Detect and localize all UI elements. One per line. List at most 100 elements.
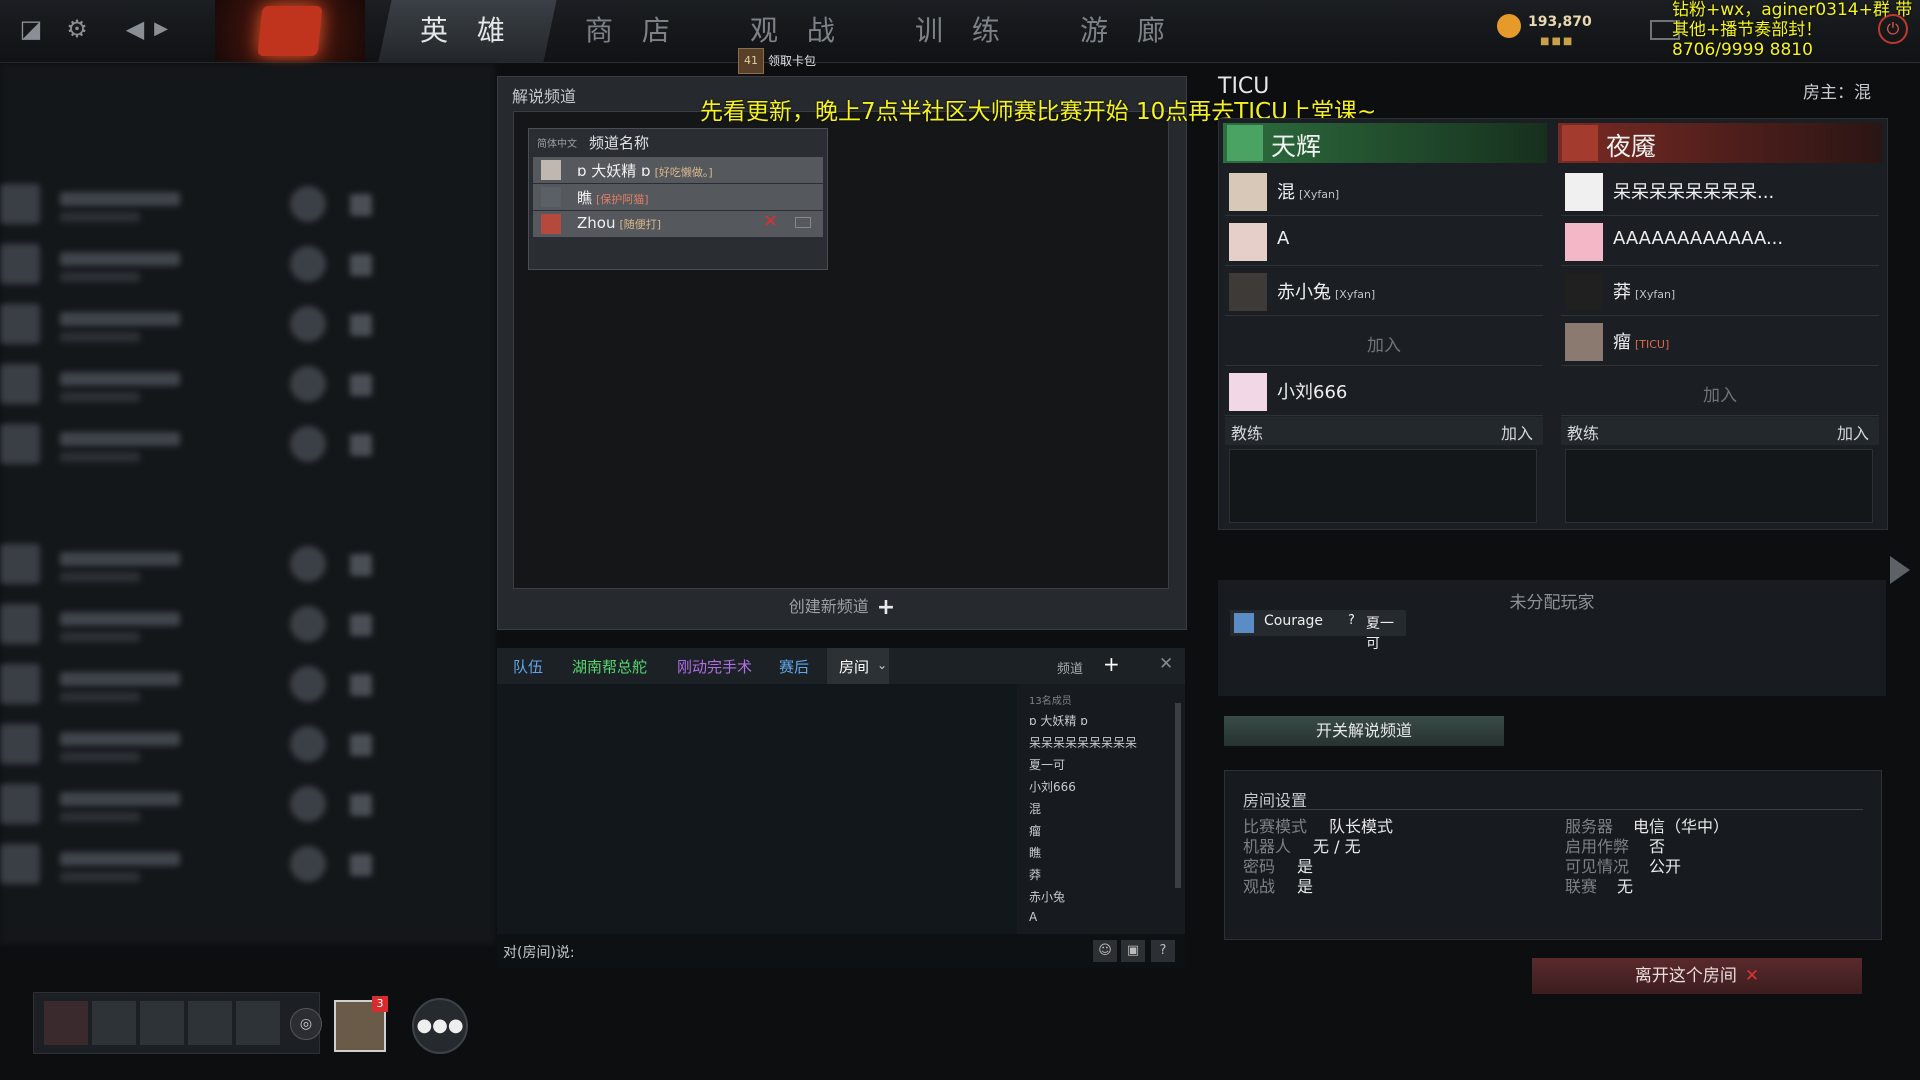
list-item[interactable]: 夏一可	[1029, 756, 1065, 773]
party-slot-empty[interactable]	[92, 1001, 136, 1045]
tab-surgery[interactable]: 刚动完手术	[677, 656, 752, 677]
list-item[interactable]: ɒ 大妖精 ɒ	[1029, 712, 1088, 729]
dire-slot[interactable]: 呆呆呆呆呆呆呆呆...	[1561, 167, 1879, 216]
social-menu-icon[interactable]: ●●●	[412, 998, 468, 1054]
leave-room-button[interactable]: 离开这个房间 ✕	[1532, 958, 1862, 994]
player-name: AAAAAAAAAAAA...	[1613, 228, 1784, 249]
nav-heroes[interactable]: 英 雄	[378, 0, 557, 62]
member-list-scrollbar[interactable]	[1175, 703, 1181, 888]
setting-value: 是	[1297, 877, 1314, 896]
nav-store[interactable]: 商 店	[543, 0, 721, 62]
unassigned-player-chip[interactable]: Courage ? 夏一可	[1230, 610, 1406, 652]
settings-gear-icon[interactable]: ⚙	[62, 14, 92, 44]
top-bar: ◪ ⚙ ◀ ▶ 英 雄 商 店 观 战 训 练 游 廊 193,870 ■■■ …	[0, 0, 1920, 63]
radiant-slot[interactable]: A	[1225, 217, 1543, 266]
list-item[interactable]: 瘤	[1029, 822, 1041, 839]
player-tag: [Xyfan]	[1635, 288, 1676, 301]
coach-join-button[interactable]: 加入	[1837, 420, 1869, 444]
voice-headset-icon[interactable]: ◎	[290, 1008, 322, 1040]
avatar	[1234, 613, 1254, 633]
player-name: 呆呆呆呆呆呆呆呆...	[1613, 182, 1775, 203]
list-item[interactable]: 莽	[1029, 866, 1041, 883]
channel-name: Zhou	[577, 214, 616, 232]
close-x-icon[interactable]: ✕	[763, 211, 778, 232]
list-item[interactable]: A	[1029, 910, 1037, 924]
party-slot-self[interactable]	[44, 1001, 88, 1045]
dire-slot[interactable]: 瘤 [TICU]	[1561, 317, 1879, 366]
room-title: TICU	[1218, 74, 1270, 99]
avatar	[1565, 273, 1603, 311]
forward-arrow-icon[interactable]: ▶	[146, 14, 176, 44]
coach-join-button[interactable]: 加入	[1501, 420, 1533, 444]
chat-input-bar[interactable]: 对(房间)说: ☺ ▣ ?	[497, 934, 1185, 968]
nav-learn[interactable]: 训 练	[873, 0, 1051, 62]
image-icon[interactable]: ▣	[1121, 940, 1145, 962]
tab-postgame[interactable]: 赛后	[779, 656, 809, 677]
radiant-coach-slot[interactable]	[1229, 449, 1537, 523]
setting-value: 公开	[1649, 857, 1682, 876]
dire-header: 夜魇	[1558, 123, 1882, 163]
list-item[interactable]: 瞧	[1029, 844, 1041, 861]
stream-announcement-text: 先看更新，晚上7点半社区大师赛比赛开始 10点再去TICU上堂课~	[700, 99, 1377, 125]
radiant-slot[interactable]: 赤小兔 [Xyfan]	[1225, 267, 1543, 316]
channel-name-header: 频道名称	[589, 134, 650, 152]
dire-coach-bar: 教练 加入	[1561, 417, 1879, 445]
nav-arcade[interactable]: 游 廊	[1038, 0, 1216, 62]
channel-row[interactable]: 瞧 [保护阿猫]	[533, 184, 823, 210]
dota-logo-button[interactable]	[215, 0, 365, 62]
party-slot-empty[interactable]	[236, 1001, 280, 1045]
list-item[interactable]: 混	[1029, 800, 1041, 817]
list-item[interactable]: 呆呆呆呆呆呆呆呆呆	[1029, 734, 1137, 751]
party-slot-empty[interactable]	[188, 1001, 232, 1045]
dire-icon	[1562, 125, 1598, 161]
emoji-icon[interactable]: ☺	[1093, 940, 1117, 962]
radiant-slot-empty[interactable]: 加入	[1225, 317, 1543, 366]
close-chat-icon[interactable]: ✕	[1159, 654, 1173, 674]
channel-list: 简体中文 频道名称 ɒ 大妖精 ɒ [好吃懒做。] 瞧 [保护阿猫] Zhou [随便…	[528, 128, 828, 270]
player-name: Courage	[1264, 613, 1324, 629]
tab-hunan[interactable]: 湖南帮总舵	[572, 656, 647, 677]
list-item[interactable]: 赤小兔	[1029, 888, 1065, 905]
leave-room-label: 离开这个房间	[1634, 966, 1737, 986]
party-slot-empty[interactable]	[140, 1001, 184, 1045]
dota-logo-icon	[257, 6, 323, 56]
channel-note: [保护阿猫]	[596, 193, 649, 206]
commentary-panel-title: 解说频道	[512, 87, 577, 106]
player-tag: [Xyfan]	[1299, 188, 1340, 201]
radiant-slot[interactable]: 小刘666	[1225, 367, 1543, 416]
add-channel-plus-icon[interactable]: +	[1103, 652, 1120, 676]
radiant-name: 天辉	[1271, 132, 1322, 161]
dire-coach-slot[interactable]	[1565, 449, 1873, 523]
radiant-coach-bar: 教练 加入	[1225, 417, 1543, 445]
member-count: 13名成员	[1029, 696, 1072, 707]
dire-slot[interactable]: AAAAAAAAAAAA...	[1561, 217, 1879, 266]
notification-badge: 3	[372, 996, 388, 1012]
chevron-down-icon[interactable]: ⌄	[877, 658, 887, 672]
expand-arrow-icon[interactable]	[1890, 556, 1910, 584]
tab-team[interactable]: 队伍	[513, 656, 543, 677]
setting-value: 电信（华中）	[1633, 817, 1730, 836]
channel-row[interactable]: Zhou [随便打] ✕	[533, 211, 823, 237]
plus-icon: +	[876, 595, 896, 620]
dota-menu-icon[interactable]: ◪	[16, 14, 46, 44]
avatar	[1565, 173, 1603, 211]
join-label: 加入	[1703, 386, 1737, 406]
chat-say-label: 对(房间)说:	[503, 945, 575, 961]
player-name: 混	[1277, 182, 1295, 203]
toggle-commentary-button[interactable]: 开关解说频道	[1224, 716, 1504, 746]
help-icon[interactable]: ?	[1151, 940, 1175, 962]
channel-row[interactable]: ɒ 大妖精 ɒ [好吃懒做。]	[533, 157, 823, 183]
camera-icon[interactable]	[795, 217, 811, 228]
coach-label: 教练	[1567, 424, 1600, 443]
avatar	[1229, 373, 1267, 411]
avatar	[1565, 223, 1603, 261]
nav-learn-label: 训 练	[915, 14, 1010, 47]
radiant-slot[interactable]: 混 [Xyfan]	[1225, 167, 1543, 216]
currency-dots-icon: ■■■	[1540, 36, 1575, 47]
dire-slot-empty[interactable]: 加入	[1561, 367, 1879, 416]
create-channel-button[interactable]: 创建新频道 +	[498, 593, 1186, 620]
channel-name: 瞧	[577, 189, 593, 207]
dire-slot[interactable]: 莽 [Xyfan]	[1561, 267, 1879, 316]
list-item[interactable]: 小刘666	[1029, 778, 1076, 795]
tab-room[interactable]: 房间	[839, 656, 869, 677]
